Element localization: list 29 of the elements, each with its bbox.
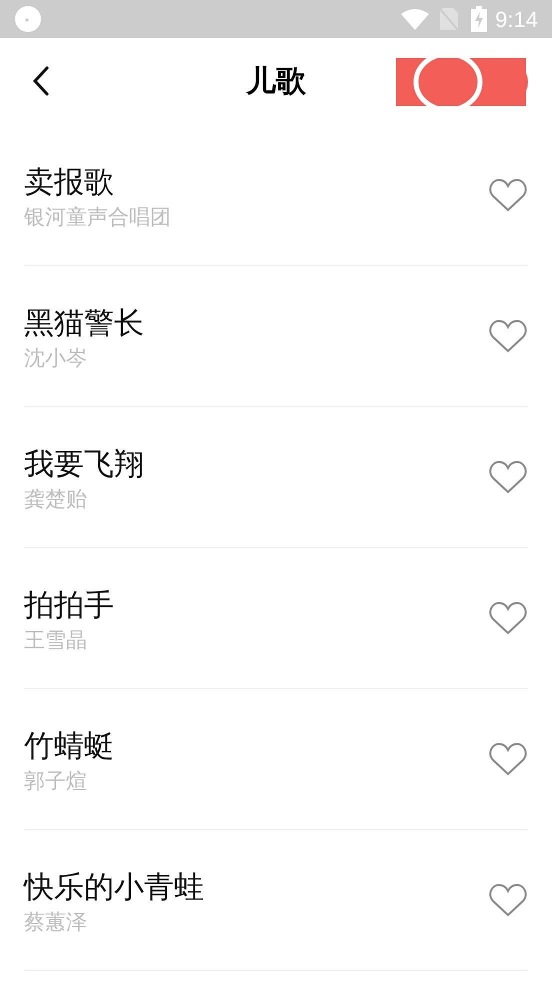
song-title[interactable]: 快乐的小青蛙 (24, 869, 488, 907)
song-title[interactable]: 我要飞翔 (24, 446, 488, 484)
heart-icon (489, 319, 527, 353)
artist-name: 郭子煊 (24, 768, 88, 795)
artist-name: 王雪晶 (24, 627, 88, 654)
favorite-button[interactable] (488, 741, 528, 777)
heart-icon (489, 742, 527, 776)
artist-name: 沈小岑 (24, 345, 88, 372)
page-title: 儿歌 (246, 63, 306, 101)
back-icon (32, 66, 50, 96)
favorite-button[interactable] (488, 318, 528, 354)
artist-name: 蔡蕙泽 (24, 909, 88, 936)
song-title[interactable]: 黑猫警长 (24, 305, 488, 343)
song-title[interactable]: 卖报歌 (24, 164, 488, 202)
song-title[interactable]: 竹蜻蜓 (24, 728, 488, 766)
song-title[interactable]: 拍拍手 (24, 587, 488, 625)
favorite-button[interactable] (488, 882, 528, 918)
app-notification-icon (14, 5, 42, 33)
heart-icon (489, 601, 527, 635)
artist-name: 银河童声合唱团 (24, 204, 172, 231)
heart-icon (489, 883, 527, 917)
heart-icon (489, 178, 527, 212)
battery-charging-icon (471, 6, 488, 32)
heart-icon (489, 460, 527, 494)
wifi-icon (401, 8, 430, 30)
favorite-button[interactable] (488, 600, 528, 636)
favorite-button[interactable] (488, 459, 528, 495)
artist-name: 龚楚贻 (24, 486, 88, 513)
favorite-button[interactable] (488, 177, 528, 213)
